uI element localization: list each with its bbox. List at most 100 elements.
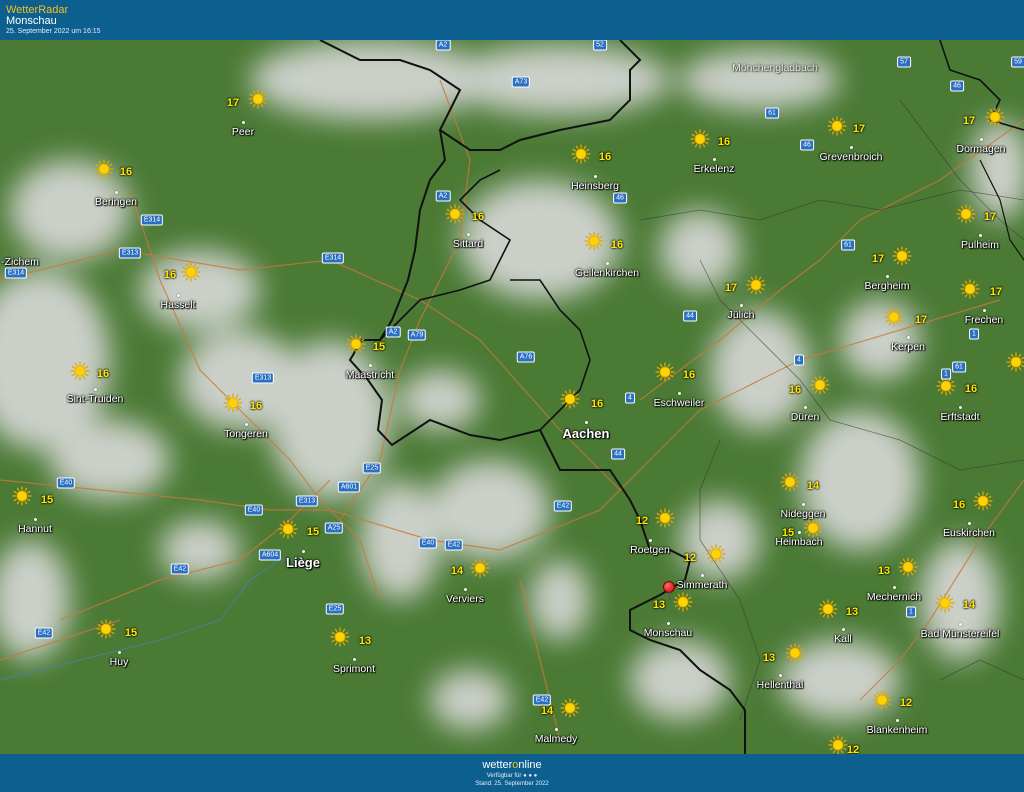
road-shield: A2 [435, 40, 451, 51]
temperature-hannut: 15 [40, 494, 54, 506]
map-background [0, 40, 1024, 754]
road-shield: E25 [362, 462, 382, 474]
city-label-sittard[interactable]: Sittard [453, 238, 483, 250]
city-dot [585, 421, 588, 424]
road-shield: E42 [532, 694, 552, 706]
temperature-dormagen: 17 [962, 115, 976, 127]
temperature-j-lich: 17 [724, 282, 738, 294]
temperature-d-ren: 16 [788, 384, 802, 396]
city-label-monschau[interactable]: Monschau [644, 627, 692, 639]
road-shield: 4 [625, 392, 635, 404]
city-label-sprimont[interactable]: Sprimont [333, 663, 375, 675]
city-label-eschweiler[interactable]: Eschweiler [654, 397, 705, 409]
city-label-d-ren[interactable]: Düren [791, 411, 820, 423]
sun-icon [70, 361, 90, 381]
city-label-erkelenz[interactable]: Erkelenz [694, 163, 735, 175]
sun-icon [985, 107, 1005, 127]
brand-logo[interactable]: wetteronline [0, 759, 1024, 771]
city-label-dormagen[interactable]: Dormagen [956, 143, 1005, 155]
location-pin-stem [669, 592, 670, 600]
sun-icon [181, 262, 201, 282]
city-label-grevenbroich[interactable]: Grevenbroich [819, 151, 882, 163]
city-dot [980, 138, 983, 141]
road-shield: E313 [251, 372, 275, 384]
temperature-erkelenz: 16 [717, 136, 731, 148]
city-label-aachen[interactable]: Aachen [563, 426, 610, 441]
sun-icon [96, 619, 116, 639]
city-dot [701, 574, 704, 577]
logo-text-nline: nline [518, 759, 542, 771]
city-dot [850, 146, 853, 149]
city-label--zichem[interactable]: -Zichem [1, 256, 39, 268]
temperature-monschau: 13 [652, 599, 666, 611]
road-shield: A2 [385, 326, 401, 338]
city-dot [467, 233, 470, 236]
road-shield: A73 [511, 76, 531, 88]
city-dot [713, 158, 716, 161]
temperature-simmerath: 12 [683, 552, 697, 564]
sun-icon [884, 307, 904, 327]
city-label-huy[interactable]: Huy [110, 656, 129, 668]
city-label-beringen[interactable]: Beringen [95, 196, 137, 208]
sun-icon [785, 643, 805, 663]
availability-text: Verfügbar für ● ● ● [0, 773, 1024, 779]
city-label-tongeren[interactable]: Tongeren [224, 428, 268, 440]
city-dot [983, 309, 986, 312]
temperature-kerpen: 17 [914, 314, 928, 326]
city-label-geilenkirchen[interactable]: Geilenkirchen [575, 267, 639, 279]
city-label-mechernich[interactable]: Mechernich [867, 591, 921, 603]
sun-icon [810, 375, 830, 395]
city-dot [959, 406, 962, 409]
temperature-hellenthal: 13 [762, 652, 776, 664]
road-shield: A79 [407, 329, 427, 341]
city-label-frechen[interactable]: Frechen [965, 314, 1004, 326]
city-label-malmedy[interactable]: Malmedy [535, 733, 578, 745]
temperature-grevenbroich: 17 [852, 123, 866, 135]
sun-icon [872, 690, 892, 710]
city-label-simmerath[interactable]: Simmerath [677, 579, 728, 591]
city-label-peer[interactable]: Peer [232, 126, 254, 138]
city-dot [555, 728, 558, 731]
city-label-hellenthal[interactable]: Hellenthal [757, 679, 804, 691]
road-shield: A25 [324, 522, 344, 534]
city-label-bad-m-nstereifel[interactable]: Bad Münstereifel [921, 628, 1000, 640]
city-label-kall[interactable]: Kall [834, 633, 852, 645]
temperature-erftstadt: 16 [964, 383, 978, 395]
city-label-m-nchengladbach[interactable]: Mönchengladbach [732, 62, 818, 74]
city-dot [594, 175, 597, 178]
city-label-blankenheim[interactable]: Blankenheim [867, 724, 928, 736]
temperature-pulheim: 17 [983, 211, 997, 223]
city-label-li-ge[interactable]: Liège [286, 555, 320, 570]
road-shield: E40 [56, 477, 76, 489]
city-label-maastricht[interactable]: Maastricht [346, 369, 394, 381]
city-label-hasselt[interactable]: Hasselt [160, 299, 195, 311]
city-label-heinsberg[interactable]: Heinsberg [571, 180, 619, 192]
road-shield: 61 [841, 239, 855, 251]
city-label-kerpen[interactable]: Kerpen [891, 341, 925, 353]
city-label-verviers[interactable]: Verviers [446, 593, 484, 605]
city-label-euskirchen[interactable]: Euskirchen [943, 527, 995, 539]
city-label-j-lich[interactable]: Jülich [728, 309, 755, 321]
city-dot [896, 719, 899, 722]
sun-icon [892, 246, 912, 266]
city-label-hannut[interactable]: Hannut [18, 523, 52, 535]
weather-map[interactable]: 17 Peer 16 Beringen -Zichem 16 Hasselt 16 Sint-T… [0, 40, 1024, 754]
sun-icon [827, 116, 847, 136]
sun-icon [248, 89, 268, 109]
city-label-heimbach[interactable]: Heimbach [775, 536, 822, 548]
city-label-pulheim[interactable]: Pulheim [961, 239, 999, 251]
city-dot [893, 586, 896, 589]
road-shield: E313 [295, 495, 319, 507]
timestamp: 25. September 2022 um 16:15 [6, 28, 101, 35]
city-label-erftstadt[interactable]: Erftstadt [940, 411, 979, 423]
city-label-bergheim[interactable]: Bergheim [865, 280, 910, 292]
road-shield: E314 [4, 267, 28, 279]
city-dot [302, 550, 305, 553]
city-label-sint-truiden[interactable]: Sint-Truiden [67, 393, 124, 405]
city-dot [649, 539, 652, 542]
temperature-huy: 15 [124, 627, 138, 639]
sun-icon [818, 599, 838, 619]
city-dot [177, 294, 180, 297]
city-dot [959, 623, 962, 626]
city-label-roetgen[interactable]: Roetgen [630, 544, 670, 556]
